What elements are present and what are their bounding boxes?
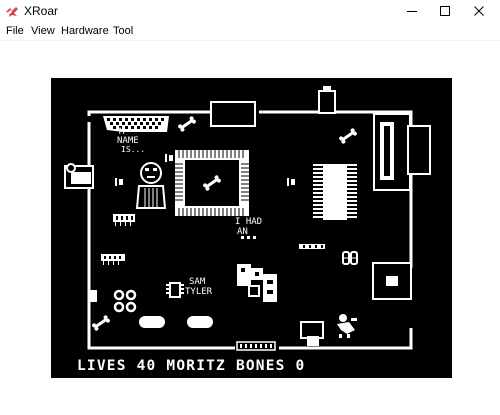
- hud-status-line: LIVES 40 MORITZ BONES 0: [77, 358, 305, 374]
- small-ic: [299, 244, 325, 249]
- bone-icon: [92, 315, 110, 331]
- bones-label: BONES: [235, 358, 286, 374]
- vent-top: [318, 86, 336, 114]
- header-pins: [101, 254, 125, 265]
- lives-label: LIVES: [77, 358, 127, 374]
- name-line-3: IS...: [121, 145, 145, 154]
- left-socket: [64, 163, 94, 189]
- menu-view[interactable]: View: [31, 25, 55, 37]
- sam-line-1: SAM: [189, 277, 206, 287]
- edge-connector: [236, 341, 276, 351]
- bone-icon: [178, 116, 196, 132]
- header-pins: [113, 214, 135, 226]
- bones-value: 0: [295, 358, 306, 374]
- character-portrait: [135, 162, 167, 209]
- pill-capsule: [187, 316, 213, 328]
- minimize-icon: [407, 11, 417, 12]
- minimize-button[interactable]: [395, 0, 429, 22]
- sam-line-2: TYLER: [185, 287, 213, 297]
- xroar-bird-icon: [5, 5, 19, 17]
- maximize-icon: [440, 6, 450, 16]
- bottom-jack: [300, 321, 324, 346]
- menu-hardware[interactable]: Hardware: [61, 25, 109, 37]
- close-button[interactable]: [462, 0, 496, 22]
- machine-block: [237, 264, 277, 302]
- had-line-1: I HAD: [235, 217, 262, 227]
- pill-capsule: [139, 316, 165, 328]
- right-socket: [372, 262, 412, 300]
- game-screen[interactable]: M NAME IS... I HAD AN SAM TYLER LIVES 40…: [51, 78, 452, 378]
- lives-value: 40: [136, 358, 157, 374]
- menu-tool[interactable]: Tool: [113, 25, 133, 37]
- menu-bar: File View Hardware Tool: [0, 22, 500, 41]
- ribbon-cable: [103, 116, 169, 132]
- window-title: XRoar: [24, 4, 59, 18]
- maximize-button[interactable]: [428, 0, 462, 22]
- resistor-pair: [342, 251, 358, 265]
- striped-chip: [313, 164, 357, 220]
- i-had-an-label: I HAD AN: [235, 217, 262, 239]
- doorway-top: [210, 101, 256, 127]
- player-name: MORITZ: [166, 358, 226, 374]
- title-bar: XRoar: [0, 0, 500, 22]
- close-icon: [474, 6, 484, 16]
- cpu-chip: [175, 150, 249, 216]
- sam-tyler-label: SAM TYLER: [166, 277, 213, 298]
- wall-block: [89, 290, 97, 302]
- menu-file[interactable]: File: [6, 25, 24, 37]
- game-scene: M NAME IS... I HAD AN SAM TYLER: [64, 86, 431, 351]
- bone-icon: [339, 128, 357, 144]
- player-sprite: [337, 314, 357, 338]
- had-line-2: AN: [237, 227, 248, 237]
- rings-cluster: [113, 289, 137, 313]
- right-connector: [373, 113, 431, 191]
